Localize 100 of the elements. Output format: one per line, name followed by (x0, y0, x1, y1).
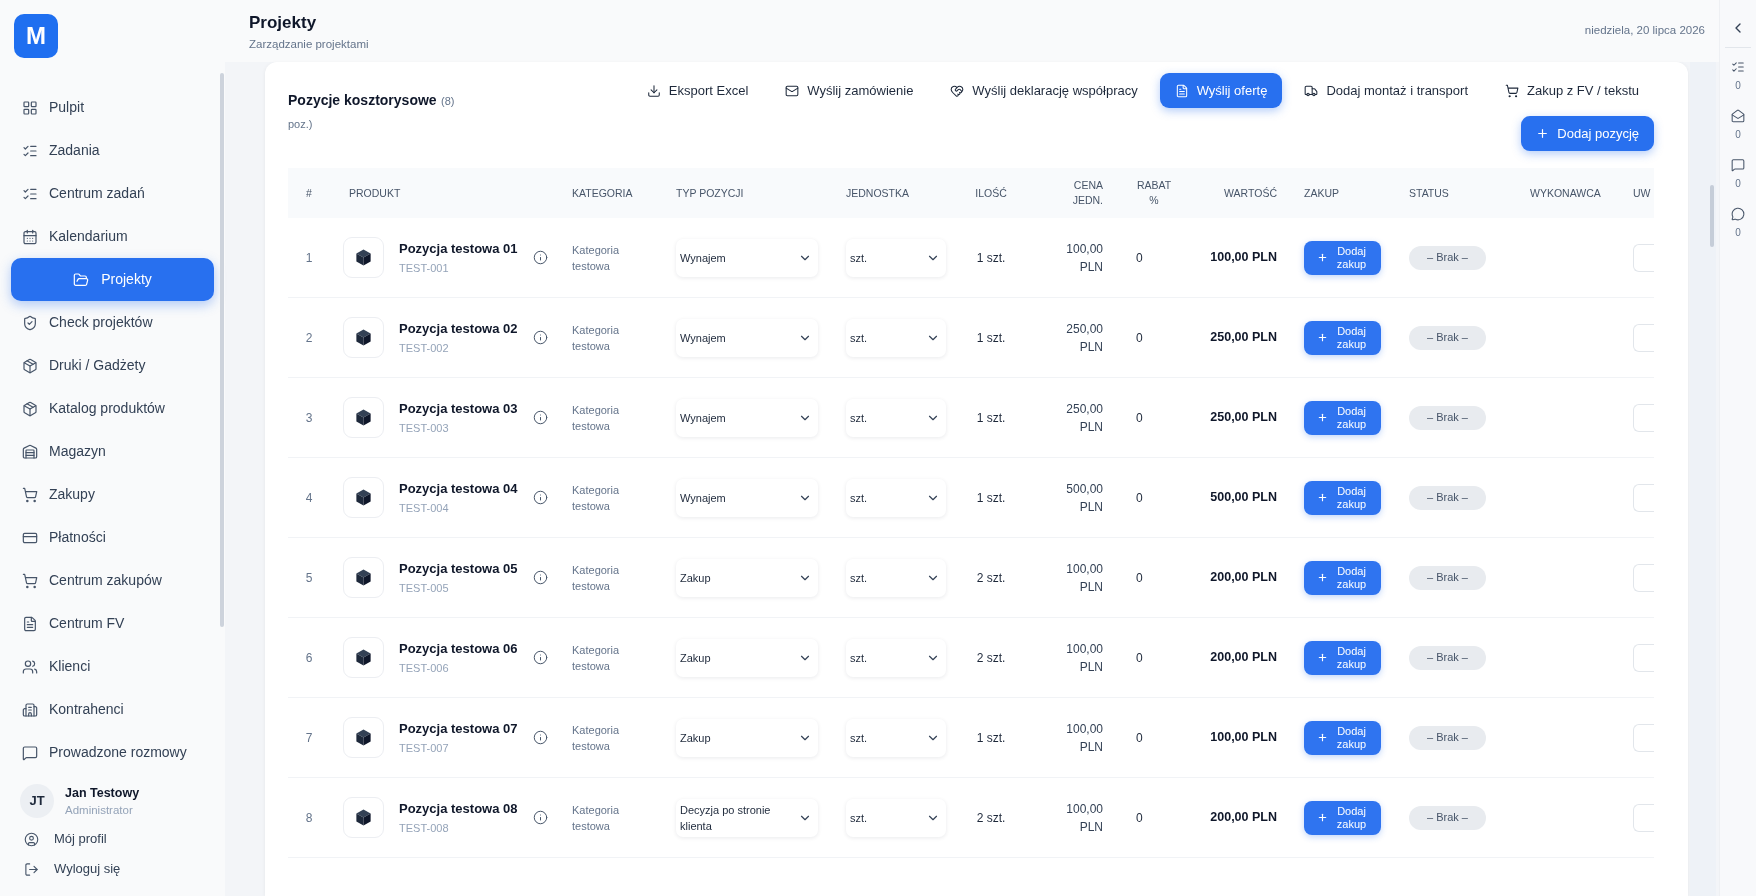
date-text: niedziela, 20 lipca 2026 (1584, 23, 1705, 38)
unit-select[interactable]: szt. (846, 398, 946, 437)
sidebar-item[interactable]: Katalog produktów (11, 387, 214, 430)
add-purchase-button[interactable]: Dodaj zakup (1304, 240, 1381, 275)
document-icon (22, 615, 38, 632)
info-icon[interactable] (533, 410, 548, 425)
product-code: TEST-002 (399, 341, 450, 355)
add-item-button[interactable]: Dodaj pozycję (1521, 116, 1654, 151)
value-text: 500,00 PLN (1210, 489, 1277, 507)
type-select[interactable]: Wynajem (676, 478, 818, 517)
row-number: 2 (305, 329, 313, 347)
row-number: 4 (305, 489, 313, 507)
sidebar-item[interactable]: Kalendarium (11, 215, 214, 258)
discount-text: 0 (1136, 809, 1143, 827)
unit-select[interactable]: szt. (846, 318, 946, 357)
add-purchase-button[interactable]: Dodaj zakup (1304, 560, 1381, 595)
info-icon[interactable] (533, 650, 548, 665)
sidebar-item[interactable]: Centrum zakupów (11, 559, 214, 602)
chat-icon (22, 744, 38, 761)
plus-icon (1536, 127, 1550, 140)
cube-icon (343, 557, 384, 598)
sidebar-item[interactable]: Magazyn (11, 430, 214, 473)
status-badge: – Brak – (1409, 565, 1486, 590)
price-text: 100,00 PLN (1065, 800, 1103, 836)
type-select[interactable]: Zakup (676, 558, 818, 597)
cube-icon (343, 477, 384, 518)
app-logo[interactable]: M (14, 14, 58, 58)
sidebar-item[interactable]: Zakupy (11, 473, 214, 516)
sidebar-item[interactable]: Projekty (11, 258, 214, 301)
type-select[interactable]: Decyzja po stronie klienta (676, 798, 818, 837)
profile-link[interactable]: Mój profil (24, 824, 225, 854)
cube-icon (343, 237, 384, 278)
plus-icon (1316, 732, 1328, 743)
add-purchase-button[interactable]: Dodaj zakup (1304, 320, 1381, 355)
discount-text: 0 (1136, 329, 1143, 347)
info-icon[interactable] (533, 570, 548, 585)
sidebar-item[interactable]: Pulpit (11, 86, 214, 129)
toolbar-button[interactable]: Eksport Excel (631, 73, 764, 108)
column-header: TYP POZYCJI (676, 185, 744, 201)
toolbar-button[interactable]: Wyślij zamówienie (770, 73, 929, 108)
unit-select[interactable]: szt. (846, 478, 946, 517)
info-icon[interactable] (533, 330, 548, 345)
unit-select[interactable]: szt. (846, 718, 946, 757)
info-icon[interactable] (533, 490, 548, 505)
sidebar-item[interactable]: Centrum FV (11, 602, 214, 645)
logout-link[interactable]: Wyloguj się (24, 854, 225, 884)
category-text: Kategoria testowa (572, 642, 621, 674)
notes-field[interactable] (1633, 483, 1654, 512)
add-purchase-button[interactable]: Dodaj zakup (1304, 720, 1381, 755)
add-purchase-button[interactable]: Dodaj zakup (1304, 640, 1381, 675)
section-heading: Pozycje kosztorysowe (8) poz.) (288, 91, 456, 132)
notes-field[interactable] (1633, 403, 1654, 432)
unit-select[interactable]: szt. (846, 238, 946, 277)
toolbar-button[interactable]: Zakup z FV / tekstu (1490, 73, 1654, 108)
info-icon[interactable] (533, 250, 548, 265)
add-purchase-button[interactable]: Dodaj zakup (1304, 480, 1381, 515)
unit-select[interactable]: szt. (846, 558, 946, 597)
info-icon[interactable] (533, 810, 548, 825)
toolbar-button[interactable]: Wyślij ofertę (1159, 73, 1283, 108)
sidebar-item[interactable]: Prowadzone rozmowy (11, 731, 214, 774)
sidebar-item[interactable]: Druki / Gadżety (11, 344, 214, 387)
user-role: Administrator (65, 802, 134, 818)
type-select[interactable]: Wynajem (676, 398, 818, 437)
type-select[interactable]: Zakup (676, 638, 818, 677)
type-select[interactable]: Wynajem (676, 238, 818, 277)
building-icon (22, 701, 38, 718)
add-purchase-button[interactable]: Dodaj zakup (1304, 400, 1381, 435)
type-select[interactable]: Wynajem (676, 318, 818, 357)
info-icon[interactable] (533, 730, 548, 745)
discount-text: 0 (1136, 489, 1143, 507)
category-text: Kategoria testowa (572, 242, 621, 274)
product-name: Pozycja testowa 03 (399, 400, 519, 418)
column-header: KATEGORIA (572, 185, 633, 201)
unit-select[interactable]: szt. (846, 638, 946, 677)
sidebar-item[interactable]: Check projektów (11, 301, 214, 344)
sidebar-item[interactable]: Klienci (11, 645, 214, 688)
plus-icon (1316, 572, 1328, 583)
sidebar-item[interactable]: Kontrahenci (11, 688, 214, 731)
scrollbar-thumb[interactable] (1710, 185, 1714, 247)
sidebar-item[interactable]: Zadania (11, 129, 214, 172)
type-select[interactable]: Zakup (676, 718, 818, 757)
notes-field[interactable] (1633, 643, 1654, 672)
status-badge: – Brak – (1409, 245, 1486, 270)
counter-text: 0 (1735, 227, 1741, 239)
sidebar-item[interactable]: Centrum zadań (11, 172, 214, 215)
notes-field[interactable] (1633, 563, 1654, 592)
toolbar-button[interactable]: Wyślij deklarację współpracy (935, 73, 1153, 108)
chat-bubble-icon (1731, 207, 1745, 221)
toolbar-button[interactable]: Dodaj montaż i transport (1289, 73, 1483, 108)
counter-text: 0 (1735, 80, 1741, 92)
column-header: WARTOŚĆ (1224, 185, 1277, 201)
scrollbar-thumb[interactable] (220, 73, 224, 627)
notes-field[interactable] (1633, 803, 1654, 832)
add-purchase-button[interactable]: Dodaj zakup (1304, 800, 1381, 835)
unit-select[interactable]: szt. (846, 798, 946, 837)
notes-field[interactable] (1633, 723, 1654, 752)
sidebar-item[interactable]: Płatności (11, 516, 214, 559)
notes-field[interactable] (1633, 243, 1654, 272)
notes-field[interactable] (1633, 323, 1654, 352)
value-text: 100,00 PLN (1210, 249, 1277, 267)
